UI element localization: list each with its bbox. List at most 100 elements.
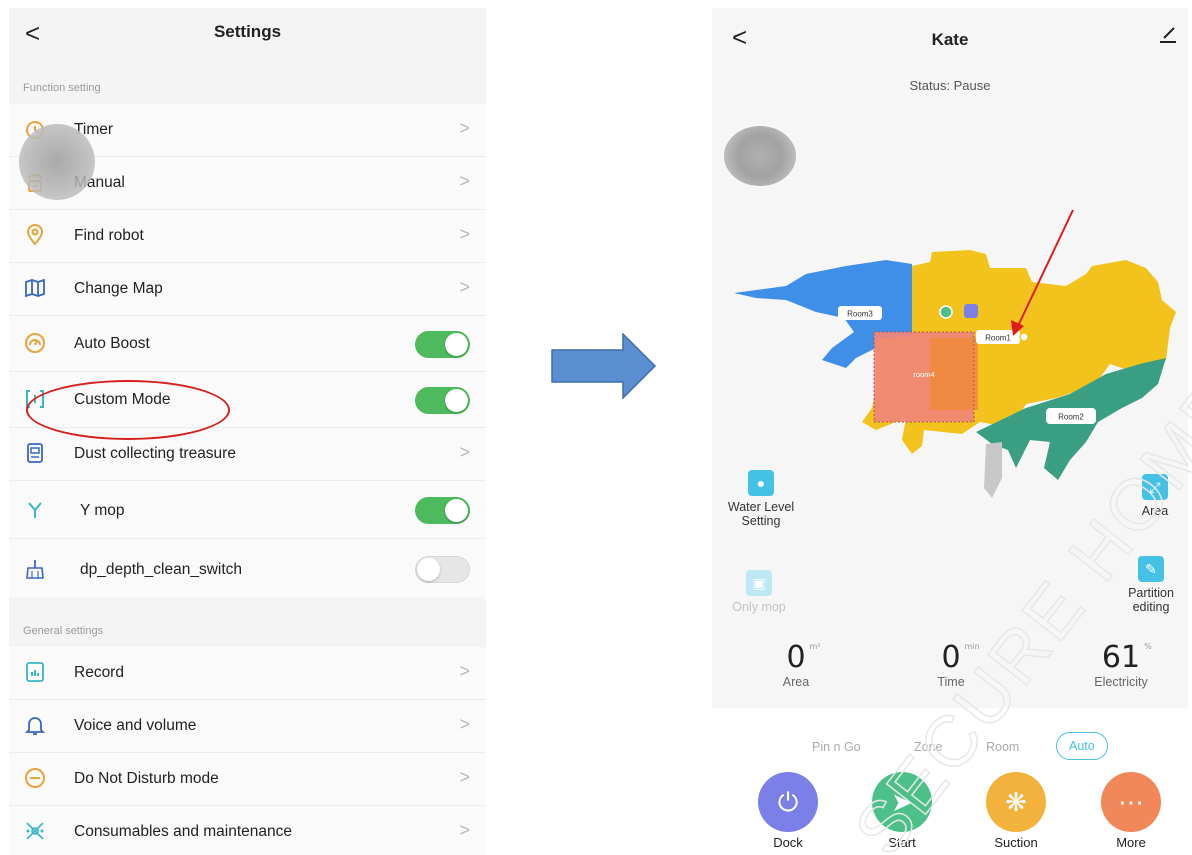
settings-row-voice[interactable]: Voice and volume > — [9, 700, 486, 753]
row-label: Record — [74, 664, 124, 681]
settings-row-y-mop: Y mop — [9, 481, 486, 539]
floating-assistive-ball[interactable] — [724, 126, 796, 186]
chevron-right-icon: > — [459, 714, 470, 734]
robot-screen: < Kate Status: Pause Room3 Room1 room4 R… — [712, 8, 1188, 855]
area-button[interactable]: ⤢ Area — [1110, 474, 1188, 518]
more-icon: ⋯ — [1101, 772, 1161, 832]
y-mop-toggle[interactable] — [415, 497, 470, 524]
y-mop-icon — [23, 498, 47, 522]
room-label-room2[interactable]: Room2 — [1058, 413, 1084, 422]
mode-tab-auto[interactable]: Auto — [1056, 732, 1108, 760]
row-label: Find robot — [74, 227, 144, 244]
room-label-room1[interactable]: Room1 — [985, 334, 1011, 343]
partition-editing-button[interactable]: ✎ Partition editing — [1110, 556, 1188, 614]
settings-row-dnd[interactable]: Do Not Disturb mode > — [9, 753, 486, 806]
stat-label: Time — [937, 675, 965, 689]
mode-tab-pin-n-go[interactable]: Pin n Go — [812, 740, 861, 754]
settings-row-depth-clean: dp_depth_clean_switch — [9, 539, 486, 597]
dock-position-icon — [964, 304, 978, 318]
chevron-right-icon: > — [459, 442, 470, 462]
depth-clean-toggle[interactable] — [415, 556, 470, 583]
suction-button[interactable]: ❋ Suction — [971, 772, 1061, 850]
do-not-disturb-icon — [23, 766, 47, 790]
stat-electricity: 61% Electricity — [1061, 640, 1181, 689]
mop-icon: ▣ — [746, 570, 772, 596]
stat-label: Area — [782, 675, 810, 689]
section-label-function: Function setting — [23, 82, 101, 94]
custom-mode-toggle[interactable] — [415, 387, 470, 414]
chevron-right-icon: > — [459, 661, 470, 681]
chevron-right-icon: > — [459, 171, 470, 191]
settings-header: < Settings — [9, 8, 486, 60]
settings-row-find-robot[interactable]: Find robot > — [9, 210, 486, 263]
mode-tab-zone[interactable]: Zone — [914, 740, 943, 754]
area-expand-icon: ⤢ — [1142, 474, 1168, 500]
room-suction-icon[interactable] — [1031, 333, 1039, 341]
chevron-right-icon: > — [459, 820, 470, 840]
row-label: Consumables and maintenance — [74, 823, 292, 840]
row-label: Dust collecting treasure — [74, 445, 236, 462]
auto-boost-toggle[interactable] — [415, 331, 470, 358]
chevron-right-icon: > — [459, 767, 470, 787]
unexplored-area — [984, 442, 1002, 498]
stat-label: Electricity — [1094, 675, 1148, 689]
dock-button[interactable]: ⏻ Dock — [743, 772, 833, 850]
row-label: Voice and volume — [74, 717, 197, 734]
chevron-right-icon: > — [459, 118, 470, 138]
partition-label: Partition editing — [1128, 586, 1174, 614]
chevron-right-icon: > — [459, 224, 470, 244]
only-mop-label: Only mop — [732, 600, 786, 614]
transition-arrow — [551, 333, 657, 399]
row-label: dp_depth_clean_switch — [80, 561, 243, 578]
floating-assistive-ball[interactable] — [19, 124, 95, 200]
stat-value: 0 m² — [786, 640, 821, 675]
settings-row-record[interactable]: Record > — [9, 647, 486, 700]
bell-icon — [23, 713, 47, 737]
row-label: Y mop — [80, 502, 125, 519]
room-settings-icon[interactable] — [1019, 332, 1029, 342]
pencil-icon: ✎ — [1138, 556, 1164, 582]
row-label: Auto Boost — [74, 335, 150, 352]
control-panel: Pin n Go Zone Room Auto ⏻ Dock ➤ Start ❋… — [712, 708, 1188, 855]
room-label-room3[interactable]: Room3 — [847, 310, 873, 319]
settings-row-auto-boost: Auto Boost — [9, 316, 486, 372]
row-label: Do Not Disturb mode — [74, 770, 219, 787]
more-button[interactable]: ⋯ More — [1086, 772, 1176, 850]
robot-position-icon — [939, 305, 953, 319]
water-level-label: Water Level Setting — [727, 500, 795, 528]
fan-icon: ❋ — [986, 772, 1046, 832]
only-mop-button[interactable]: ▣ Only mop — [714, 570, 804, 614]
record-icon — [23, 660, 47, 684]
consumables-icon — [23, 819, 47, 843]
stat-value: 61% — [1101, 640, 1152, 675]
status-text: Status: Pause — [909, 78, 991, 93]
highlight-annotation — [26, 380, 230, 440]
section-label-general: General settings — [23, 625, 104, 637]
device-title: Kate — [931, 30, 969, 49]
settings-row-change-map[interactable]: Change Map > — [9, 263, 486, 316]
map-icon — [23, 276, 47, 300]
stat-unit: min — [964, 642, 980, 651]
row-label: Change Map — [74, 280, 163, 297]
room-area-orange[interactable] — [930, 338, 978, 410]
stat-unit: % — [1144, 642, 1152, 651]
room-label-room4[interactable]: room4 — [913, 370, 934, 379]
area-label: Area — [1141, 504, 1169, 518]
start-button[interactable]: ➤ Start — [857, 772, 947, 850]
action-label: Suction — [994, 835, 1038, 850]
page-title: Settings — [213, 22, 282, 41]
stat-area: 0 m² Area — [736, 640, 856, 689]
stat-value: 0 min — [941, 640, 980, 675]
edit-icon[interactable] — [1158, 24, 1178, 50]
settings-row-consumables[interactable]: Consumables and maintenance > — [9, 806, 486, 855]
stat-time: 0 min Time — [891, 640, 1011, 689]
plug-icon: ⏻ — [758, 772, 818, 832]
boost-icon — [23, 331, 47, 355]
stat-unit: m² — [809, 642, 821, 651]
settings-screen: < Settings Function setting Timer > Manu… — [9, 8, 486, 855]
chevron-right-icon: > — [459, 277, 470, 297]
water-level-button[interactable]: ● Water Level Setting — [716, 470, 806, 528]
action-label: Dock — [773, 835, 803, 850]
location-pin-icon — [23, 223, 47, 247]
mode-tab-room[interactable]: Room — [986, 740, 1019, 754]
